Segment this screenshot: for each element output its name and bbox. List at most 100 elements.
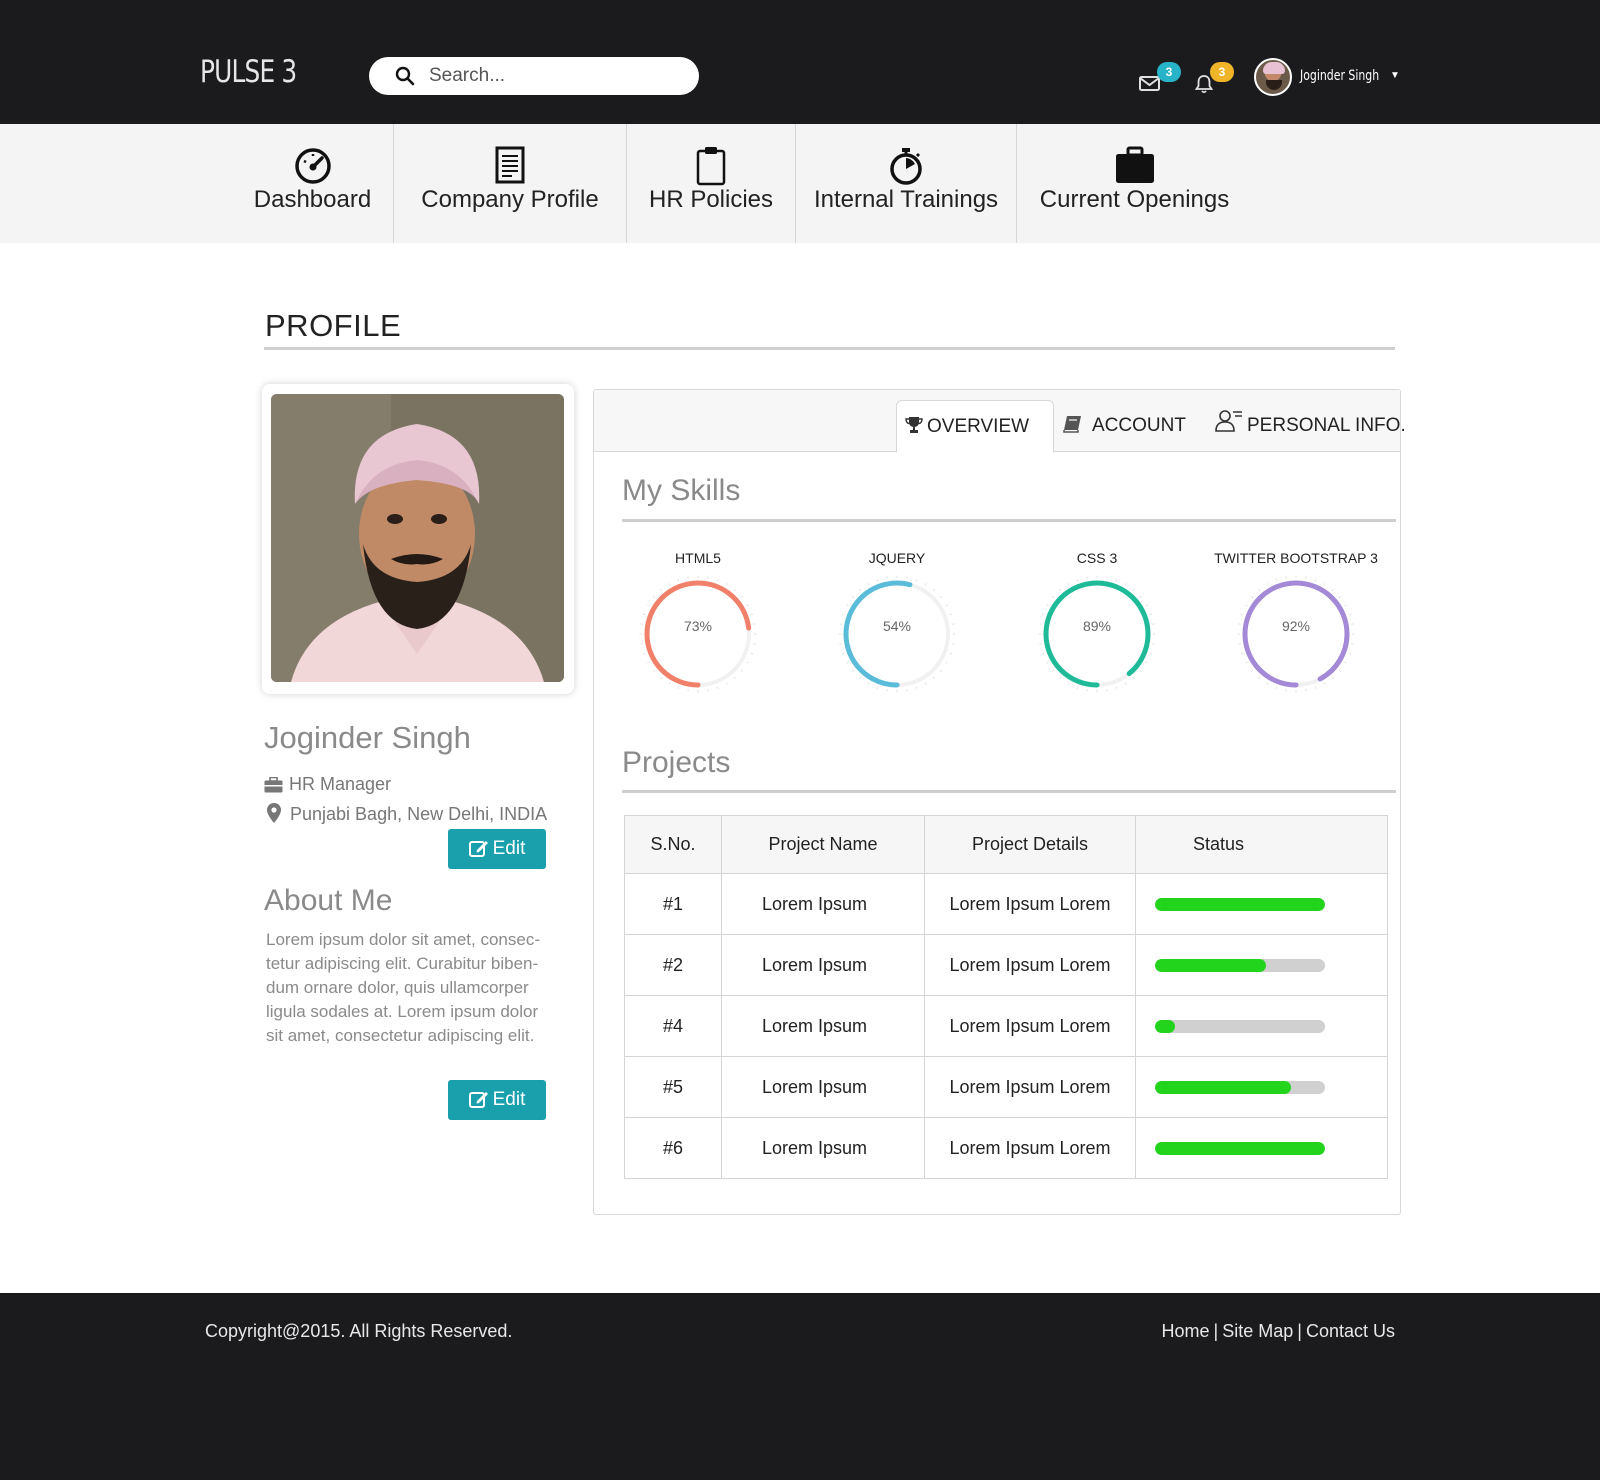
project-details: Lorem Ipsum Lorem [924,934,1136,996]
gauge-tick [746,661,749,664]
tab-personal-info[interactable]: PERSONAL INFO. [1215,400,1406,452]
project-sno: #6 [624,1117,722,1179]
gauge-tick [1041,652,1045,655]
skill-gauge: CSS 3 89% [1007,550,1187,700]
gauge-tick [1076,686,1079,690]
gauge-tick [1240,652,1244,655]
skill-name: CSS 3 [1076,550,1118,566]
status-progress-fill [1155,1141,1325,1155]
gauge-tick [841,613,845,616]
gauge-tick [746,604,749,607]
nav-item-internal-trainings[interactable]: Internal Trainings [796,124,1017,243]
tab-account[interactable]: ACCOUNT [1062,400,1186,452]
edit-about-button[interactable]: Edit [448,1080,546,1120]
gauge-tick [1348,652,1352,655]
footer-link-site-map[interactable]: Site Map [1222,1321,1293,1341]
separator: | [1213,1321,1219,1341]
document-icon [495,146,525,189]
status-progress-fill [1155,1080,1291,1094]
search-input[interactable] [429,62,679,90]
envelope-icon [1139,76,1161,96]
footer-link-home[interactable]: Home [1162,1321,1210,1341]
skill-gauge: HTML5 73% [608,550,788,700]
status-progress-fill [1155,897,1325,911]
gauge-tick [668,583,671,586]
gauge-tick [924,583,927,586]
gauge-tick [642,652,646,655]
gauge-tick [750,652,754,655]
status-progress-bar [1155,958,1325,972]
gauge-tick [1266,583,1269,586]
gauge-tick [1275,686,1278,690]
edit-icon [468,838,493,859]
status-progress-bar [1155,1080,1325,1094]
search-box [369,57,699,95]
gauge-tick [740,596,744,599]
user-name[interactable]: Joginder Singh [1300,68,1386,84]
skill-gauge: JQUERY 54% [807,550,987,700]
gauge-tick [945,604,948,607]
gauge-tick [945,661,948,664]
edit-profile-button[interactable]: Edit [448,829,546,869]
profile-name: Joginder Singh [264,720,471,755]
gauge-tick [1067,583,1070,586]
gauge-tick [1059,588,1062,592]
footer-links: Home | Site Map | Contact Us [1162,1321,1395,1342]
tab-overview[interactable]: OVERVIEW [896,400,1054,453]
gauge-tick [932,676,935,680]
avatar[interactable] [1254,58,1292,96]
profile-role-text: HR Manager [289,774,392,794]
gauge-tick [642,613,646,616]
profile-photo [271,394,564,682]
table-row: #6 Lorem Ipsum Lorem Ipsum Lorem [624,1117,1388,1179]
gauge-tick [1275,578,1278,582]
column-header: Project Details [924,815,1136,874]
gauge-tick [851,596,855,599]
skill-ring [639,575,757,693]
gauge-tick [876,578,879,582]
gauge-tick [733,676,736,680]
nav-item-dashboard[interactable]: Dashboard [232,124,394,243]
gauge-tick [867,682,870,685]
gauge-tick [1132,588,1135,592]
skill-ring [1237,575,1355,693]
project-status [1135,1056,1388,1118]
gauge-tick [1149,613,1153,616]
gauge-tick [1041,613,1045,616]
gauge-tick [677,578,680,582]
table-row: #4 Lorem Ipsum Lorem Ipsum Lorem [624,995,1388,1057]
app-logo[interactable]: PULSE 3 [200,54,297,90]
skill-name: TWITTER BOOTSTRAP 3 [1214,550,1378,566]
nav-item-hr-policies[interactable]: HR Policies [627,124,796,243]
gauge-tick [1344,661,1347,664]
speedometer-icon [293,146,333,191]
notifications-button[interactable]: 3 [1194,62,1234,99]
nav-item-company-profile[interactable]: Company Profile [394,124,627,243]
gauge-tick [1115,686,1118,690]
gauge-tick [841,652,845,655]
gauge-tick [932,588,935,592]
gauge-tick [725,682,728,685]
gauge-tick [660,588,663,592]
gauge-tick [652,596,656,599]
chevron-down-icon[interactable]: ▼ [1390,70,1400,81]
profile-photo-card [262,384,574,694]
gauge-tick [1076,578,1079,582]
project-details: Lorem Ipsum Lorem [924,1117,1136,1179]
gauge-tick [1145,661,1148,664]
gauge-tick [1314,578,1317,582]
search-icon[interactable] [395,66,415,91]
main-nav: Dashboard Company Profile HR Policies In… [0,124,1600,243]
project-sno: #5 [624,1056,722,1118]
profile-panel: OVERVIEW ACCOUNT PERSONAL INFO. My Skill… [593,389,1406,1215]
project-name: Lorem Ipsum [721,934,925,996]
gauge-tick [867,583,870,586]
notifications-badge: 3 [1210,62,1234,82]
gauge-tick [740,669,744,672]
book-icon [1062,415,1092,436]
gauge-tick [652,669,656,672]
nav-item-current-openings[interactable]: Current Openings [1017,124,1252,243]
messages-button[interactable]: 3 [1139,62,1181,97]
footer-link-contact-us[interactable]: Contact Us [1306,1321,1395,1341]
gauge-tick [1145,604,1148,607]
